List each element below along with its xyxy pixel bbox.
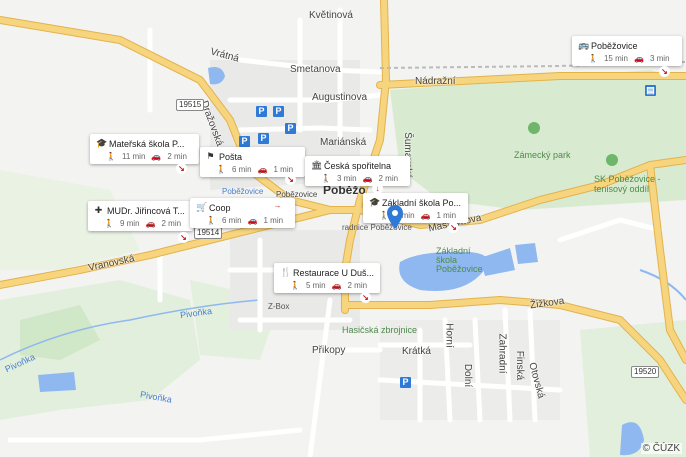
direction-marker-icon[interactable]: ↘ — [360, 292, 371, 303]
post-icon: ⚑ — [206, 151, 215, 161]
walk-time: 15 min — [603, 54, 628, 63]
walk-time: 3 min — [336, 174, 357, 183]
parking-icon[interactable]: P — [400, 377, 411, 388]
poi-card-primary-school[interactable]: 🎓 Základní škola Po... 🚶 3 min 🚗 1 min — [363, 193, 469, 223]
direction-marker-icon[interactable]: → — [272, 200, 283, 211]
direction-marker-icon[interactable]: ↓ — [372, 183, 383, 194]
location-pin-icon[interactable] — [387, 205, 403, 229]
street-label: Přikopy — [312, 345, 346, 356]
drive-time: 1 min — [436, 211, 457, 220]
street-label: Dolní — [462, 363, 474, 388]
car-icon: 🚗 — [257, 165, 268, 174]
sports-club-label: SK Poběžovice - tenisový oddíl — [594, 174, 661, 194]
drive-time: 2 min — [161, 219, 182, 228]
poi-card-post-office[interactable]: ⚑ Pošta 🚶 6 min 🚗 1 min — [200, 147, 306, 177]
fire-station-label: Hasičská zbrojnice — [342, 325, 418, 335]
street-label: Horní — [443, 323, 455, 348]
poi-title: Coop — [209, 202, 231, 213]
direction-marker-icon[interactable]: ↘ — [176, 163, 187, 174]
parking-icon[interactable]: P — [239, 136, 250, 147]
street-label: Květinová — [309, 10, 353, 21]
poi-title: Česká spořitelna — [324, 160, 392, 171]
walk-icon: 🚶 — [106, 152, 116, 161]
car-icon: 🚗 — [633, 54, 644, 63]
school-icon: 🎓 — [96, 138, 108, 148]
school-place-label: Základní škola Poběžovice — [436, 246, 483, 274]
street-label: Nádražní — [415, 76, 456, 87]
poi-card-doctor[interactable]: ✚ MUDr. Jiřincová T... 🚶 9 min 🚗 2 min — [88, 201, 194, 231]
direction-marker-icon[interactable]: ↘ — [659, 66, 670, 77]
parking-icon[interactable]: P — [258, 133, 269, 144]
road-number-badge: 19514 — [194, 227, 223, 239]
place-label: Poběžovice — [222, 187, 264, 196]
parking-icon[interactable]: P — [285, 123, 296, 134]
car-icon: 🚗 — [331, 281, 342, 290]
drive-time: 1 min — [263, 216, 284, 225]
car-icon: 🚗 — [145, 219, 156, 228]
walk-time: 5 min — [305, 281, 326, 290]
street-label: Smetanova — [290, 64, 341, 75]
walk-time: 6 min — [231, 165, 252, 174]
car-icon: 🚗 — [151, 152, 162, 161]
poi-title: Restaurace U Duš... — [293, 267, 375, 278]
poi-card-kindergarten[interactable]: 🎓 Mateřská škola P... 🚶 11 min 🚗 2 min — [90, 134, 199, 164]
car-icon: 🚗 — [362, 174, 373, 183]
poi-card-restaurant[interactable]: 🍴 Restaurace U Duš... 🚶 5 min 🚗 2 min — [274, 263, 381, 293]
cart-icon: 🛒 — [196, 202, 208, 212]
direction-marker-icon[interactable]: ↘ — [448, 222, 459, 233]
direction-marker-icon[interactable]: ↘ — [178, 232, 189, 243]
car-icon: 🚗 — [247, 216, 258, 225]
walk-icon: 🚶 — [588, 54, 598, 63]
road-number-badge: 19515 — [176, 99, 205, 111]
walk-icon: 🚶 — [290, 281, 300, 290]
street-label: Zahradní — [496, 333, 508, 374]
walk-time: 6 min — [221, 216, 242, 225]
map-canvas[interactable]: Květinová Vrátná Smetanova Nádražní Augu… — [0, 0, 686, 457]
parking-icon[interactable]: P — [256, 106, 267, 117]
drive-time: 2 min — [347, 281, 368, 290]
poi-title: Pošta — [219, 151, 243, 162]
walk-icon: 🚶 — [206, 216, 216, 225]
park-label: Zámecký park — [514, 150, 571, 160]
poi-title: MUDr. Jiřincová T... — [107, 205, 185, 216]
bus-icon: 🚌 — [578, 40, 590, 50]
parking-icon[interactable]: P — [273, 106, 284, 117]
road-number-badge: 19520 — [631, 366, 660, 378]
poi-title: Mateřská škola P... — [109, 138, 185, 149]
zbox-label: Z-Box — [268, 302, 290, 311]
poi-title: Poběžovice — [591, 40, 638, 51]
car-icon: 🚗 — [420, 211, 431, 220]
walk-time: 11 min — [121, 152, 146, 161]
restaurant-icon: 🍴 — [280, 267, 292, 277]
bus-stop-icon[interactable]: ▤ — [645, 85, 656, 96]
copyright-text: © ČÚZK — [640, 443, 682, 454]
street-label: Krátká — [402, 346, 431, 357]
drive-time: 2 min — [167, 152, 187, 161]
bank-icon: 🏛 — [311, 160, 323, 170]
drive-time: 1 min — [273, 165, 294, 174]
drive-time: 2 min — [378, 174, 399, 183]
walk-icon: 🚶 — [321, 174, 331, 183]
poi-card-bus-stop[interactable]: 🚌 Poběžovice 🚶 15 min 🚗 3 min — [572, 36, 682, 66]
walk-time: 9 min — [119, 219, 140, 228]
walk-icon: 🚶 — [104, 219, 114, 228]
street-label: Augustinova — [312, 92, 368, 103]
medical-icon: ✚ — [94, 205, 103, 215]
direction-marker-icon[interactable]: ↘ — [285, 174, 296, 185]
poi-card-bank[interactable]: 🏛 Česká spořitelna 🚶 3 min 🚗 2 min — [305, 156, 411, 186]
school-icon: 🎓 — [369, 197, 381, 207]
street-label: Mariánská — [320, 137, 367, 148]
drive-time: 3 min — [649, 54, 670, 63]
walk-icon: 🚶 — [216, 165, 226, 174]
street-label: Finská — [514, 350, 526, 381]
